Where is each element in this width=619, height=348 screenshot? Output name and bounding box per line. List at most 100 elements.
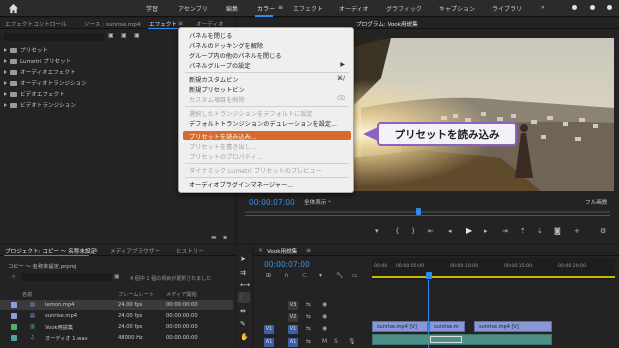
program-scrub-bar[interactable] <box>245 211 610 213</box>
sync-lock-icon[interactable]: ⇆ <box>306 338 311 345</box>
solo-icon[interactable]: S <box>334 338 338 345</box>
tab-source[interactable]: ソース : sunrise.mp4 <box>84 20 141 28</box>
menu-item-undock-panel[interactable]: パネルのドッキングを解除 <box>189 41 263 50</box>
new-bin-icon[interactable]: ▣ <box>114 273 120 280</box>
track-label-v1[interactable]: V1 <box>288 325 298 334</box>
item-name[interactable]: オーディオ 1.wav <box>45 335 88 342</box>
lift-icon[interactable]: ⇡ <box>520 227 526 235</box>
expand-arrow-icon[interactable] <box>4 92 7 96</box>
label-color-swatch[interactable] <box>11 324 17 330</box>
tree-item-presets[interactable]: プリセット <box>4 46 48 54</box>
playhead-icon[interactable] <box>426 272 432 279</box>
captions-icon[interactable]: ▭ <box>352 272 358 279</box>
tab-history[interactable]: ヒストリー <box>176 247 204 255</box>
sync-lock-icon[interactable]: ⇆ <box>306 301 311 308</box>
wrench-icon[interactable]: 🔧︎ <box>336 272 344 279</box>
add-marker-icon[interactable]: ▾ <box>319 272 322 279</box>
audio-transition[interactable] <box>430 336 462 343</box>
delete-icon[interactable]: ▪ <box>223 234 227 241</box>
mark-in-icon[interactable]: { <box>395 227 399 235</box>
snap-icon[interactable]: ∩ <box>284 272 288 279</box>
workspace-tab-edit[interactable]: 編集 <box>226 4 238 13</box>
item-name[interactable]: Vook用説集 <box>45 324 73 331</box>
timeline-timecode[interactable]: 00:00:07:00 <box>264 260 310 269</box>
toggle-output-icon[interactable]: ◉ <box>322 325 327 332</box>
panel-menu-icon[interactable]: ≡ <box>93 247 98 254</box>
menu-item-audio-plugin-manager[interactable]: オーディオプラグインマネージャー... <box>189 180 293 189</box>
table-row[interactable]: ▤ lemon.mp4 24.00 fps 00:00:00:00 <box>0 300 233 310</box>
menu-item-preset-properties[interactable]: プリセットのプロパティ... <box>189 152 263 161</box>
menu-item-new-custom-bin[interactable]: 新規カスタムビン <box>189 75 239 84</box>
go-to-in-icon[interactable]: ⇤ <box>428 227 434 235</box>
linked-selection-icon[interactable]: ⊂ <box>302 272 307 279</box>
table-row[interactable]: ♫ オーディオ 1.wav 48000 Hz 00:00:00:00 <box>0 333 233 343</box>
effects-search-input[interactable] <box>4 33 104 41</box>
item-name[interactable]: lemon.mp4 <box>45 302 74 308</box>
program-timecode[interactable]: 00:00:07:00 <box>249 198 295 207</box>
workspace-tab-assembly[interactable]: アセンブリ <box>178 4 208 13</box>
razor-tool-icon[interactable]: ⧸ <box>240 293 242 302</box>
close-icon[interactable]: × <box>258 247 263 254</box>
new-bin-icon[interactable]: ▬ <box>211 234 217 241</box>
menu-item-panel-group-settings[interactable]: パネルグループの設定 <box>189 61 251 70</box>
menu-item-lumetri-preview[interactable]: ダイナミック Lumetri プリセットのプレビュー <box>189 166 322 175</box>
track-label-v3[interactable]: V3 <box>288 301 298 310</box>
track-label-v2[interactable]: V2 <box>288 313 298 322</box>
accelerated-effects-icon[interactable]: ▣ <box>108 32 114 39</box>
track-label-a1[interactable]: A1 <box>288 338 298 347</box>
menu-item-close-panel[interactable]: パネルを閉じる <box>189 31 232 40</box>
panel-menu-icon[interactable]: ≡ <box>178 20 183 27</box>
hand-tool-icon[interactable]: ✋ <box>240 333 249 341</box>
work-area-bar[interactable] <box>372 276 615 278</box>
window-dot-icon[interactable] <box>590 5 595 10</box>
project-search-input[interactable] <box>22 273 112 281</box>
32bit-effects-icon[interactable]: ▣ <box>121 32 127 39</box>
mute-icon[interactable]: M <box>322 338 327 345</box>
menu-item-delete-custom-item[interactable]: カスタム項目を削除 <box>189 95 245 104</box>
panel-menu-icon[interactable]: ≡ <box>306 247 311 254</box>
audio-clip[interactable] <box>372 334 552 345</box>
toggle-output-icon[interactable]: ◉ <box>322 301 327 308</box>
workspace-tab-captions[interactable]: キャプション <box>439 4 475 13</box>
step-forward-icon[interactable]: ▸ <box>484 227 488 235</box>
plus-icon[interactable]: + <box>574 227 580 235</box>
menu-item-set-default-transition[interactable]: 選択したトランジションをデフォルトに設定 <box>189 109 313 118</box>
window-dot-icon[interactable] <box>607 5 612 10</box>
source-patch-v1[interactable]: V1 <box>264 325 274 334</box>
expand-arrow-icon[interactable] <box>4 48 7 52</box>
home-icon[interactable] <box>8 3 19 14</box>
source-patch-a1[interactable]: A1 <box>264 338 274 347</box>
timeline-clip[interactable]: sunrise.mp4 [V] <box>372 321 428 332</box>
column-header-media-start[interactable]: メディア開始 <box>166 291 197 298</box>
timeline-clip[interactable]: sunrise.mp4 [V] <box>474 321 552 332</box>
label-color-swatch[interactable] <box>11 302 17 308</box>
more-workspaces-icon[interactable]: » <box>541 4 545 11</box>
yuv-effects-icon[interactable]: ▣ <box>134 32 140 39</box>
workspace-tab-libraries[interactable]: ライブラリ <box>492 4 522 13</box>
timeline-clip[interactable]: sunrise.m <box>429 321 465 332</box>
menu-item-export-presets[interactable]: プリセットを書き出し... <box>189 142 257 151</box>
tree-item-lumetri-presets[interactable]: Lumetri プリセット <box>4 57 71 65</box>
tab-sequence[interactable]: Vook用説集 <box>267 247 297 255</box>
item-name[interactable]: sunrise.mp4 <box>45 313 77 319</box>
workspace-menu-icon[interactable]: ≡ <box>278 4 283 11</box>
tree-item-audio-transitions[interactable]: オーディオトランジション <box>4 79 87 87</box>
nest-icon[interactable]: ⊞ <box>266 272 271 279</box>
track-select-tool-icon[interactable]: ⇉ <box>240 269 246 277</box>
tab-project[interactable]: プロジェクト: コピー 〜 名称未設定 <box>5 247 96 255</box>
chevron-down-icon[interactable]: ⌄ <box>327 197 332 204</box>
label-color-swatch[interactable] <box>11 335 17 341</box>
tab-effects[interactable]: エフェクト <box>149 20 177 28</box>
expand-arrow-icon[interactable] <box>4 81 7 85</box>
toggle-output-icon[interactable]: ◉ <box>322 313 327 320</box>
playhead-icon[interactable] <box>416 208 421 215</box>
tab-effect-controls[interactable]: エフェクトコントロール <box>5 20 67 28</box>
workspace-tab-learn[interactable]: 学習 <box>146 4 158 13</box>
extract-icon[interactable]: ⇣ <box>537 227 543 235</box>
go-to-out-icon[interactable]: ⇥ <box>502 227 508 235</box>
tab-program[interactable]: プログラム: Vook用説集 <box>356 20 418 28</box>
expand-arrow-icon[interactable] <box>4 103 7 107</box>
mark-out-icon[interactable]: } <box>411 227 415 235</box>
table-row[interactable]: ▤ sunrise.mp4 24.00 fps 00:00:00:00 <box>0 311 233 321</box>
workspace-tab-effects[interactable]: エフェクト <box>293 4 323 13</box>
